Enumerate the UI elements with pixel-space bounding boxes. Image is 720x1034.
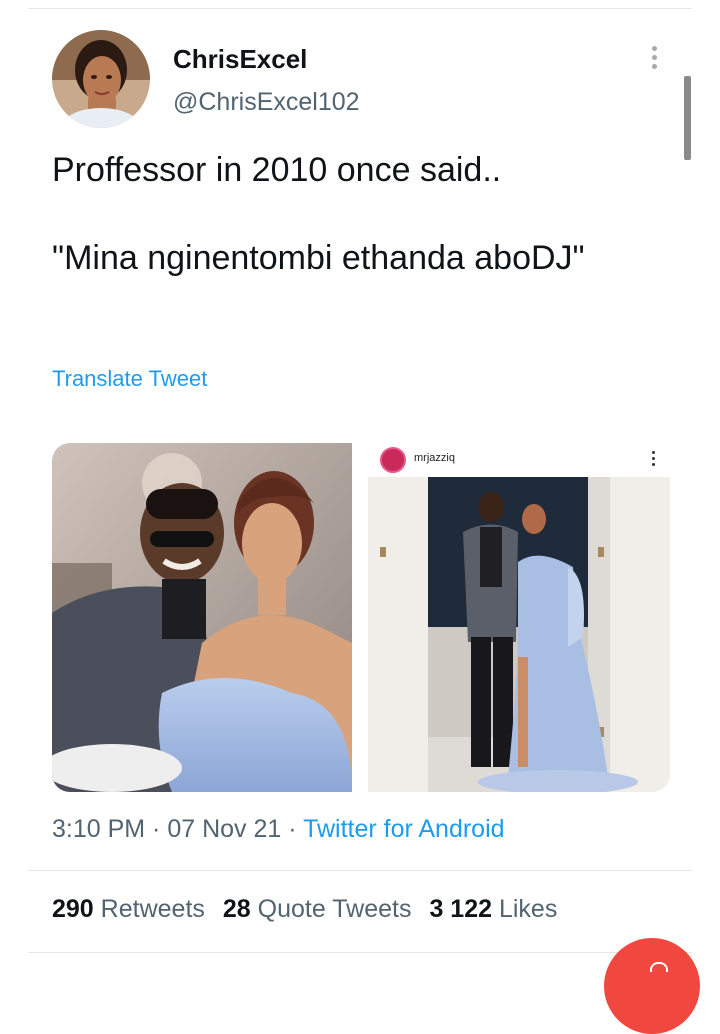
translate-tweet-link[interactable]: Translate Tweet	[52, 366, 207, 392]
scrollbar[interactable]	[684, 76, 691, 160]
tweet-source-link[interactable]: Twitter for Android	[303, 815, 504, 843]
tweet-time[interactable]: 3:10 PM	[52, 815, 145, 843]
author-handle[interactable]: @ChrisExcel102	[173, 88, 360, 117]
meta-separator: ·	[145, 815, 168, 843]
media-photo-right[interactable]: mrjazziq	[368, 443, 670, 792]
tweet-stats: 290 Retweets 28 Quote Tweets 3 122 Likes	[52, 895, 557, 924]
likes-count: 3 122	[429, 895, 493, 923]
couple-photo-image	[52, 443, 352, 792]
more-options-icon[interactable]	[646, 46, 662, 76]
top-divider	[28, 8, 692, 9]
stats-divider-top	[28, 870, 692, 871]
likes-label: Likes	[498, 895, 558, 923]
retweets-stat[interactable]: 290 Retweets	[52, 895, 205, 923]
ig-more-icon	[650, 451, 656, 469]
quote-tweets-stat[interactable]: 28 Quote Tweets	[223, 895, 412, 923]
avatar[interactable]	[52, 30, 150, 128]
retweets-label: Retweets	[100, 895, 205, 923]
instagram-header: mrjazziq	[368, 443, 670, 477]
compose-fab-button[interactable]	[604, 938, 700, 1034]
stats-divider-bottom	[28, 952, 692, 953]
tweet-media: mrjazziq	[52, 443, 670, 792]
tweet-text: Proffessor in 2010 once said.. "Mina ngi…	[52, 151, 585, 277]
ig-avatar-icon	[380, 447, 406, 473]
retweets-count: 290	[52, 895, 94, 923]
couple-standing-image	[368, 477, 670, 792]
profile-photo	[52, 30, 150, 128]
quote-tweets-label: Quote Tweets	[257, 895, 412, 923]
author-name[interactable]: ChrisExcel	[173, 44, 307, 75]
likes-stat[interactable]: 3 122 Likes	[429, 895, 557, 923]
ig-username: mrjazziq	[414, 452, 455, 464]
media-photo-left[interactable]	[52, 443, 352, 792]
tweet-date[interactable]: 07 Nov 21	[167, 815, 281, 843]
meta-separator: ·	[281, 815, 304, 843]
quote-tweets-count: 28	[222, 895, 251, 923]
tweet-meta: 3:10 PM · 07 Nov 21 · Twitter for Androi…	[52, 815, 505, 844]
